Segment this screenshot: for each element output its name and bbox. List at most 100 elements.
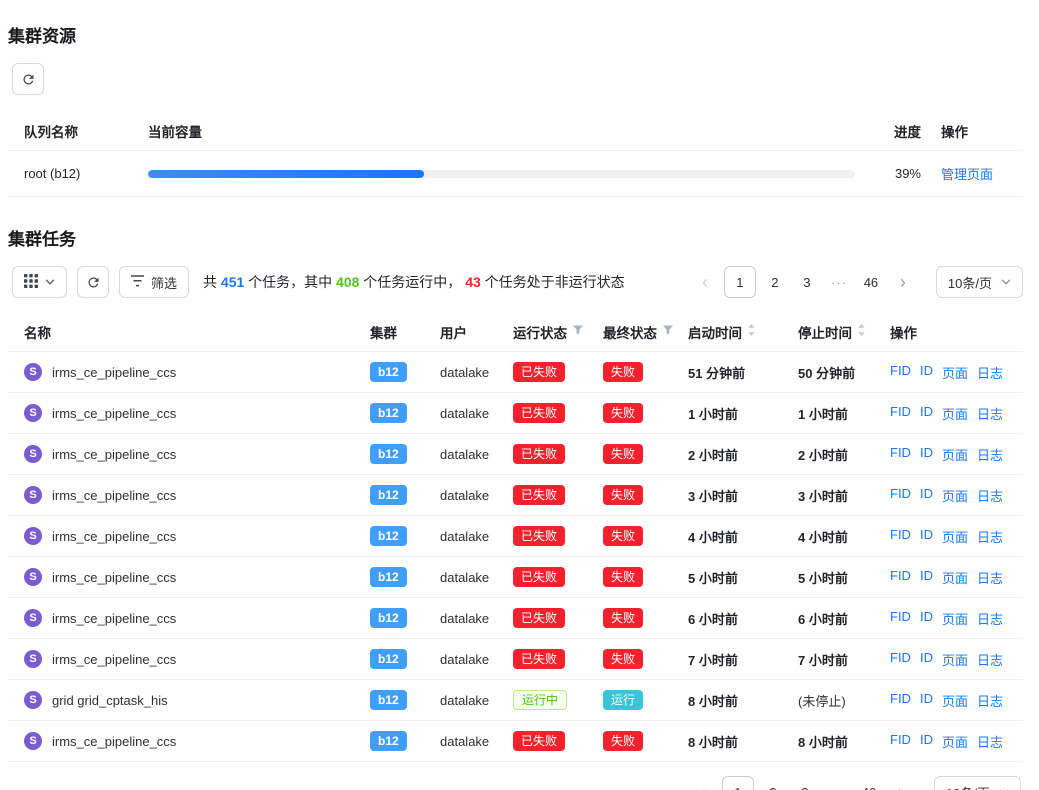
cluster-badge: b12 [370,649,407,669]
task-user: datalake [440,406,513,421]
action-log-link[interactable]: 日志 [977,609,1003,628]
table-row: S irms_ce_pipeline_ccs b12 datalake 已失败 … [8,352,1023,393]
page-button-3[interactable]: 3 [792,777,818,790]
task-user: datalake [440,570,513,585]
action-page-link[interactable]: 页面 [942,609,968,628]
page-size-select[interactable]: 10条/页 [936,266,1023,298]
task-name: irms_ce_pipeline_ccs [52,652,176,667]
action-page-link[interactable]: 页面 [942,445,968,464]
col-start-time: 启动时间 [688,322,798,342]
action-id-link[interactable]: ID [920,527,933,546]
total-task-count: 451 [221,274,244,290]
action-log-link[interactable]: 日志 [977,527,1003,546]
action-page-link[interactable]: 页面 [942,363,968,382]
action-fid-link[interactable]: FID [890,609,911,628]
sort-icon[interactable] [747,323,756,340]
manage-page-link[interactable]: 管理页面 [941,167,993,182]
action-log-link[interactable]: 日志 [977,568,1003,587]
action-log-link[interactable]: 日志 [977,445,1003,464]
page-button-46[interactable]: 46 [858,267,884,297]
page-button-1[interactable]: 1 [722,776,754,790]
action-fid-link[interactable]: FID [890,527,911,546]
stop-time: (未停止) [798,691,890,710]
row-actions: FID ID 页面日志 [890,445,1007,464]
action-id-link[interactable]: ID [920,691,933,710]
prev-page-button[interactable]: ‹ [690,777,716,790]
prev-page-button[interactable]: ‹ [692,267,718,297]
filter-button[interactable]: 筛选 [119,266,189,298]
page-size-select[interactable]: 10条/页 [934,776,1021,790]
action-id-link[interactable]: ID [920,650,933,669]
action-log-link[interactable]: 日志 [977,691,1003,710]
row-actions: FID ID 页面日志 [890,568,1007,587]
action-log-link[interactable]: 日志 [977,486,1003,505]
task-user: datalake [440,529,513,544]
action-page-link[interactable]: 页面 [942,486,968,505]
action-fid-link[interactable]: FID [890,363,911,382]
page: 集群资源 队列名称 当前容量 进度 操作 root (b12) 39% 管理页面… [0,0,1039,790]
cluster-badge: b12 [370,690,407,710]
action-id-link[interactable]: ID [920,363,933,382]
action-page-link[interactable]: 页面 [942,650,968,669]
action-fid-link[interactable]: FID [890,486,911,505]
action-page-link[interactable]: 页面 [942,732,968,751]
col-run-status: 运行状态 [513,322,603,342]
start-time: 51 分钟前 [688,363,798,382]
page-button-2[interactable]: 2 [762,267,788,297]
action-fid-link[interactable]: FID [890,732,911,751]
table-row: S irms_ce_pipeline_ccs b12 datalake 已失败 … [8,639,1023,680]
action-fid-link[interactable]: FID [890,445,911,464]
resources-table-header: 队列名称 当前容量 进度 操作 [8,111,1023,151]
resources-refresh-button[interactable] [12,63,44,95]
action-id-link[interactable]: ID [920,609,933,628]
start-time: 2 小时前 [688,445,798,464]
filter-funnel-icon[interactable] [662,324,674,339]
table-row: S grid grid_cptask_his b12 datalake 运行中 … [8,680,1023,721]
task-name: irms_ce_pipeline_ccs [52,447,176,462]
action-fid-link[interactable]: FID [890,691,911,710]
page-button-3[interactable]: 3 [794,267,820,297]
run-status-badge: 已失败 [513,526,565,546]
action-page-link[interactable]: 页面 [942,404,968,423]
table-row: S irms_ce_pipeline_ccs b12 datalake 已失败 … [8,516,1023,557]
col-actions: 操作 [890,322,1007,342]
start-time: 8 小时前 [688,691,798,710]
task-name: irms_ce_pipeline_ccs [52,734,176,749]
page-button-46[interactable]: 46 [856,777,882,790]
stop-time: 1 小时前 [798,404,890,423]
action-log-link[interactable]: 日志 [977,650,1003,669]
row-actions: FID ID 页面日志 [890,609,1007,628]
action-id-link[interactable]: ID [920,568,933,587]
action-page-link[interactable]: 页面 [942,527,968,546]
action-id-link[interactable]: ID [920,732,933,751]
action-page-link[interactable]: 页面 [942,691,968,710]
next-page-button[interactable]: › [888,777,914,790]
filter-funnel-icon[interactable] [572,324,584,339]
action-fid-link[interactable]: FID [890,568,911,587]
sort-icon[interactable] [857,323,866,340]
cluster-badge: b12 [370,731,407,751]
page-button-2[interactable]: 2 [760,777,786,790]
action-id-link[interactable]: ID [920,486,933,505]
action-id-link[interactable]: ID [920,404,933,423]
cluster-badge: b12 [370,485,407,505]
action-page-link[interactable]: 页面 [942,568,968,587]
page-button-1[interactable]: 1 [724,266,756,298]
action-log-link[interactable]: 日志 [977,404,1003,423]
column-settings-button[interactable] [12,266,67,298]
final-status-badge: 失败 [603,403,643,423]
action-log-link[interactable]: 日志 [977,732,1003,751]
refresh-icon [86,275,101,290]
action-id-link[interactable]: ID [920,445,933,464]
action-log-link[interactable]: 日志 [977,363,1003,382]
next-page-button[interactable]: › [890,267,916,297]
cluster-badge: b12 [370,444,407,464]
action-fid-link[interactable]: FID [890,404,911,423]
stop-time: 5 小时前 [798,568,890,587]
capacity-progress-track [148,170,855,178]
run-status-badge: 已失败 [513,444,565,464]
action-fid-link[interactable]: FID [890,650,911,669]
final-status-badge: 运行 [603,690,643,710]
refresh-icon [21,72,36,87]
tasks-refresh-button[interactable] [77,266,109,298]
